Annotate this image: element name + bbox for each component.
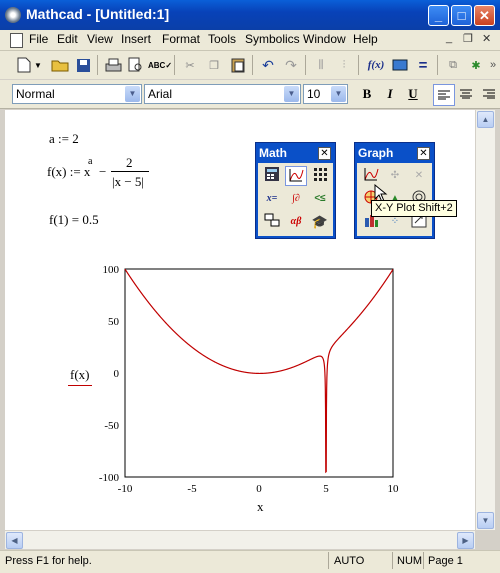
math-palette-body: x= ∫∂ <≤ αβ 🎓 — [258, 163, 333, 236]
matrix-toolbar-icon[interactable] — [309, 166, 331, 186]
zoom-icon[interactable]: ✣ — [384, 166, 406, 186]
xy-plot[interactable]: -100-50050100 -10 -5 0 5 10 — [0, 0, 500, 572]
y-tick-label: 0 — [114, 368, 120, 380]
programming-toolbar-icon[interactable] — [261, 212, 283, 232]
x-tick-label: 10 — [388, 483, 400, 495]
status-help-text: Press F1 for help. — [5, 555, 92, 567]
scroll-right-icon[interactable]: ▶ — [457, 532, 474, 549]
xy-plot-icon[interactable] — [360, 166, 382, 186]
math-palette-close-button[interactable]: ✕ — [318, 147, 331, 160]
status-page: Page 1 — [428, 555, 463, 567]
y-tick-label: -50 — [104, 420, 119, 432]
xy-plot-tooltip: X-Y Plot Shift+2 — [371, 200, 457, 217]
vertical-scrollbar[interactable]: ▲ ▼ — [476, 110, 495, 530]
trace-icon[interactable]: ✕ — [408, 166, 430, 186]
scroll-left-icon[interactable]: ◀ — [6, 532, 23, 549]
calculus-toolbar-icon[interactable]: ∫∂ — [285, 189, 307, 209]
graph-toolbar-icon[interactable] — [285, 166, 307, 186]
x-tick-label: -5 — [187, 483, 197, 495]
y-tick-labels: -100 -50 0 50 100 — [99, 264, 120, 484]
scroll-down-icon[interactable]: ▼ — [477, 512, 494, 529]
boolean-toolbar-icon[interactable]: <≤ — [309, 189, 331, 209]
horizontal-scrollbar[interactable]: ◀ ▶ — [5, 531, 475, 549]
x-tick-label: -10 — [118, 483, 133, 495]
y-tick-label: 100 — [103, 264, 120, 276]
plot-y-axis-label[interactable]: f(x) — [70, 367, 90, 383]
graph-palette-close-button[interactable]: ✕ — [417, 147, 430, 160]
status-separator — [423, 552, 424, 569]
y-tick-label: -100 — [99, 472, 120, 484]
plot-x-axis-label[interactable]: x — [257, 499, 264, 515]
status-num: NUM — [397, 555, 423, 567]
x-tick-label: 0 — [256, 483, 262, 495]
greek-toolbar-icon[interactable]: αβ — [285, 212, 307, 232]
y-tick-label: 50 — [108, 316, 120, 328]
legend-line — [68, 385, 92, 386]
scroll-up-icon[interactable]: ▲ — [477, 111, 494, 128]
status-mode: AUTO — [334, 555, 365, 567]
calculator-toolbar-icon[interactable] — [261, 166, 283, 186]
graph-palette[interactable]: Graph ✕ ✣ ✕ ▲ ⁘ — [354, 142, 435, 239]
x-tick-labels: -10 -5 0 5 10 — [118, 483, 399, 495]
x-tick-label: 5 — [323, 483, 329, 495]
math-palette[interactable]: Math ✕ x= ∫∂ <≤ αβ 🎓 — [255, 142, 336, 239]
math-palette-title: Math — [259, 146, 287, 160]
evaluation-toolbar-icon[interactable]: x= — [261, 189, 283, 209]
status-separator — [328, 552, 329, 569]
graph-palette-title: Graph — [358, 146, 394, 160]
symbolic-toolbar-icon[interactable]: 🎓 — [309, 212, 331, 232]
status-separator — [392, 552, 393, 569]
